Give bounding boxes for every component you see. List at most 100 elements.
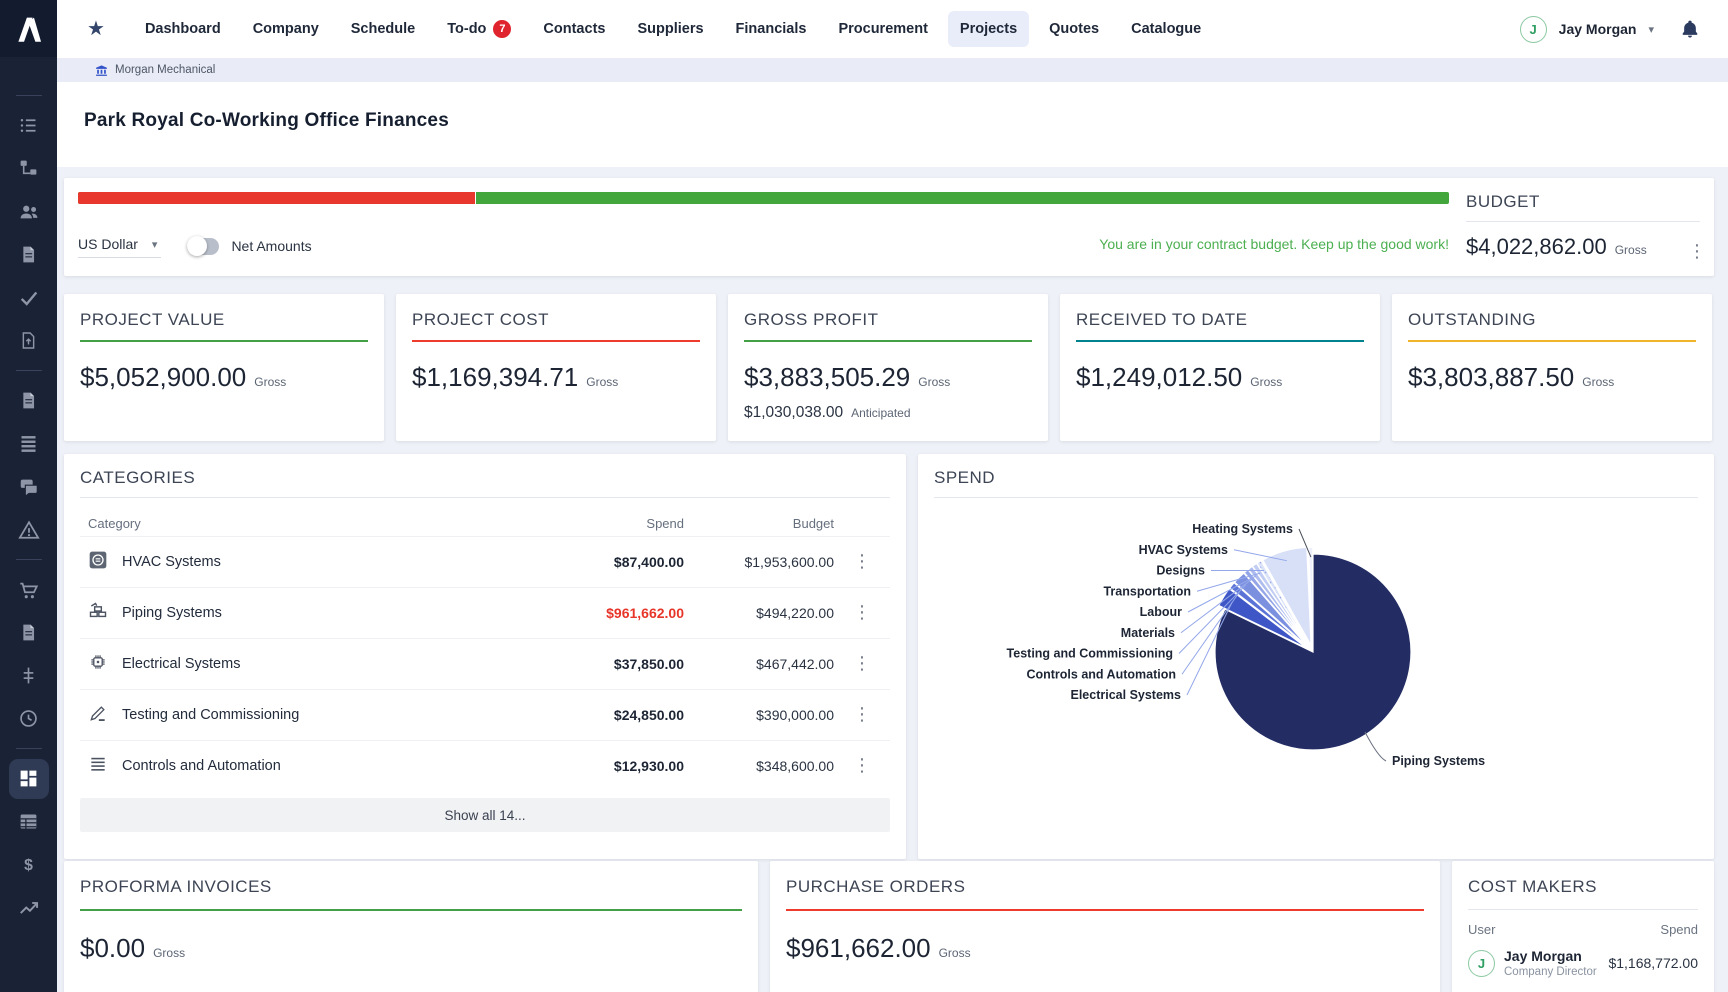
tab-label: Company: [253, 21, 319, 37]
breadcrumb: Morgan Mechanical: [57, 58, 1728, 82]
category-spend: $87,400.00: [514, 554, 684, 570]
sidebar-item-clock[interactable]: [0, 697, 57, 740]
tab-suppliers[interactable]: Suppliers: [625, 11, 715, 47]
document-icon: [19, 244, 38, 265]
sidebar-item-document[interactable]: [0, 379, 57, 422]
stat-amount: $3,883,505.29: [744, 362, 910, 393]
stat-title: RECEIVED TO DATE: [1076, 310, 1364, 330]
pie-label: Heating Systems: [1192, 522, 1293, 536]
accent-underline: [412, 340, 700, 342]
category-budget: $467,442.00: [684, 656, 834, 672]
proforma-title: PROFORMA INVOICES: [80, 877, 742, 897]
sidebar-item-cart[interactable]: [0, 568, 57, 611]
sidebar-item-file-upload[interactable]: [0, 319, 57, 362]
tab-projects[interactable]: Projects: [948, 11, 1029, 47]
category-kebab-menu[interactable]: ⋮: [847, 702, 877, 726]
tune-icon: [18, 665, 39, 686]
sidebar-item-list[interactable]: [0, 104, 57, 147]
show-all-button[interactable]: Show all 14...: [80, 798, 890, 832]
favorite-star-icon[interactable]: ★: [87, 19, 105, 39]
category-row-hvac-systems[interactable]: HVAC Systems$87,400.00$1,953,600.00⋮: [80, 536, 890, 587]
cost-maker-spend: $1,168,772.00: [1608, 955, 1698, 971]
app-root: $ ★ Dashboard Company ScheduleTo-do7 Contac…: [0, 0, 1728, 992]
cost-maker-name: Jay Morgan: [1504, 948, 1597, 964]
sidebar-item-hierarchy[interactable]: [0, 147, 57, 190]
divider: [1468, 909, 1698, 910]
tab-procurement[interactable]: Procurement: [826, 11, 939, 47]
category-row-testing-and-commissioning[interactable]: Testing and Commissioning$24,850.00$390,…: [80, 689, 890, 740]
sidebar-item-rows[interactable]: [0, 422, 57, 465]
currency-select[interactable]: US Dollar ▾: [78, 234, 161, 258]
category-budget: $390,000.00: [684, 707, 834, 723]
todo-count-badge: 7: [493, 20, 511, 38]
budget-kebab-menu[interactable]: ⋮: [1682, 240, 1712, 262]
budget-label: BUDGET: [1466, 192, 1700, 212]
tab-label: Financials: [736, 21, 807, 37]
budget-total-block: BUDGET $4,022,862.00 Gross: [1466, 192, 1700, 260]
sidebar-item-dollar[interactable]: $: [0, 843, 57, 886]
category-spend: $961,662.00: [514, 605, 684, 621]
net-amounts-label: Net Amounts: [231, 238, 311, 254]
list-icon: [18, 115, 39, 136]
logo-mark: [12, 12, 46, 46]
category-budget: $494,220.00: [684, 605, 834, 621]
sidebar-item-tune[interactable]: [0, 654, 57, 697]
user-name[interactable]: Jay Morgan: [1559, 21, 1637, 37]
accent-underline: [80, 909, 742, 911]
col-spend: Spend: [1660, 922, 1698, 937]
categories-panel: CATEGORIES Category Spend Budget HVAC Sy…: [64, 454, 906, 859]
tab-quotes[interactable]: Quotes: [1037, 11, 1111, 47]
user-avatar[interactable]: J: [1520, 16, 1547, 43]
proforma-amount: $0.00: [80, 933, 145, 964]
rows-icon: [18, 433, 39, 454]
category-kebab-menu[interactable]: ⋮: [847, 753, 877, 777]
sidebar-item-trend[interactable]: [0, 886, 57, 929]
sidebar-item-table[interactable]: [0, 800, 57, 843]
notifications-bell-icon[interactable]: [1680, 18, 1700, 40]
pie-label: Designs: [1156, 564, 1205, 578]
category-row-controls-and-automation[interactable]: Controls and Automation$12,930.00$348,60…: [80, 740, 890, 791]
stat-title: PROJECT COST: [412, 310, 700, 330]
tab-dashboard[interactable]: Dashboard: [133, 11, 233, 47]
sidebar-item-check[interactable]: [0, 276, 57, 319]
tab-label: Dashboard: [145, 21, 221, 37]
sidebar-item-dashboard[interactable]: [0, 757, 57, 800]
hierarchy-icon: [18, 158, 39, 179]
breadcrumb-company[interactable]: Morgan Mechanical: [115, 64, 215, 76]
tab-schedule[interactable]: Schedule: [339, 11, 427, 47]
tab-to-do[interactable]: To-do7: [435, 10, 523, 48]
tab-label: Suppliers: [637, 21, 703, 37]
tab-contacts[interactable]: Contacts: [531, 11, 617, 47]
net-amounts-toggle[interactable]: [187, 238, 219, 255]
page-title: Park Royal Co-Working Office Finances: [57, 82, 1728, 132]
stat-title: PROJECT VALUE: [80, 310, 368, 330]
sidebar-item-warning[interactable]: [0, 508, 57, 551]
pie-label: Testing and Commissioning: [1007, 647, 1173, 661]
cost-maker-row[interactable]: J Jay Morgan Company Director $1,168,772…: [1468, 948, 1698, 978]
stat-secondary-unit: Anticipated: [851, 406, 910, 420]
categories-table-header: Category Spend Budget: [80, 510, 890, 536]
spend-pie-chart: Heating SystemsHVAC SystemsDesignsTransp…: [918, 510, 1714, 859]
stat-unit: Gross: [1582, 375, 1614, 389]
category-kebab-menu[interactable]: ⋮: [847, 549, 877, 573]
app-logo[interactable]: [0, 0, 57, 57]
category-kebab-menu[interactable]: ⋮: [847, 651, 877, 675]
sidebar-item-users[interactable]: [0, 190, 57, 233]
proforma-invoices-panel: PROFORMA INVOICES $0.00 Gross: [64, 861, 758, 992]
tab-financials[interactable]: Financials: [724, 11, 819, 47]
budget-amount: $4,022,862.00: [1466, 234, 1607, 260]
chevron-down-icon[interactable]: ▾: [1648, 23, 1654, 36]
category-kebab-menu[interactable]: ⋮: [847, 600, 877, 624]
category-row-electrical-systems[interactable]: Electrical Systems$37,850.00$467,442.00⋮: [80, 638, 890, 689]
divider: [80, 497, 890, 498]
check-icon: [18, 287, 40, 309]
sidebar-item-chat[interactable]: [0, 465, 57, 508]
sidebar-item-document[interactable]: [0, 233, 57, 276]
tab-company[interactable]: Company: [241, 11, 331, 47]
tab-catalogue[interactable]: Catalogue: [1119, 11, 1213, 47]
cost-makers-panel: COST MAKERS User Spend J Jay Morgan Comp…: [1452, 861, 1714, 992]
tab-label: Contacts: [543, 21, 605, 37]
sidebar-item-document[interactable]: [0, 611, 57, 654]
sidebar-divider: [16, 370, 42, 371]
category-row-piping-systems[interactable]: Piping Systems$961,662.00$494,220.00⋮: [80, 587, 890, 638]
